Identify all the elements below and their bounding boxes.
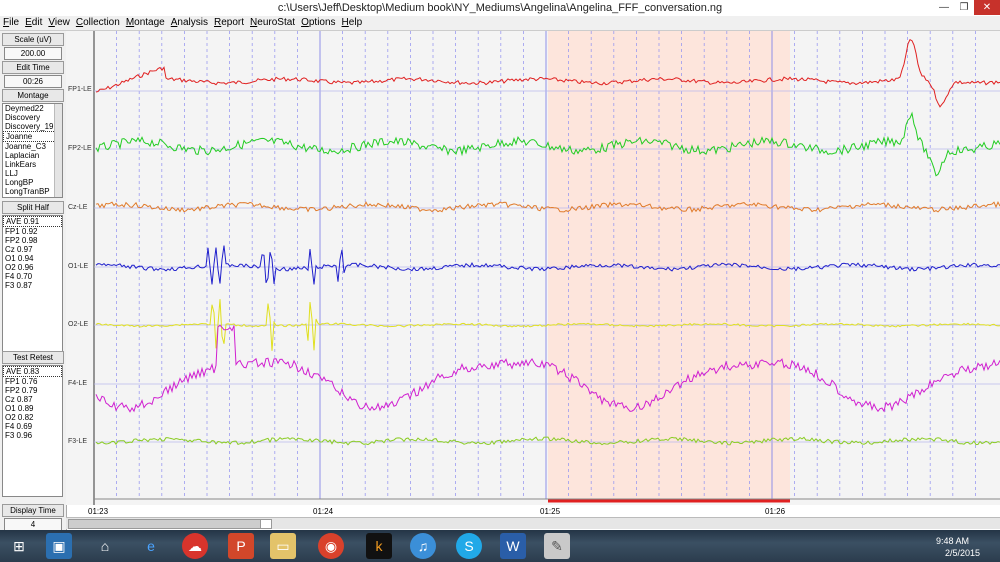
scrollbar-handle[interactable] [260, 519, 272, 529]
folder-icon[interactable]: ▭ [270, 533, 296, 559]
split-half-list: AVE 0.91 FP1 0.92 FP2 0.98 Cz 0.97 O1 0.… [2, 215, 63, 353]
menu-analysis[interactable]: Analysis [168, 16, 211, 30]
internet-explorer-icon[interactable]: e [138, 533, 164, 559]
horizontal-scrollbar[interactable] [66, 517, 1000, 529]
list-item: FP2 0.98 [5, 236, 38, 245]
clock-date[interactable]: 2/5/2015 [945, 548, 980, 558]
menu-bar: File Edit View Collection Montage Analysis Rep… [0, 16, 1000, 31]
window-title: c:\Users\Jeff\Desktop\Medium book\NY_Med… [277, 2, 723, 14]
list-item: O1 0.89 [5, 404, 34, 413]
list-item: F3 0.96 [5, 431, 33, 440]
list-item: AVE 0.83 [3, 366, 62, 377]
display-time-label[interactable]: Display Time [2, 504, 64, 517]
scale-input[interactable]: 200.00 [4, 47, 62, 60]
channel-label-o1: O1-LE [68, 263, 89, 270]
home-icon[interactable]: ⌂ [92, 533, 118, 559]
taskbar: ⊞ ▣ ⌂ e ☁ P ▭ ◉ k ♫ S W ✎ 9:48 AM 2/5/20… [0, 530, 1000, 562]
itunes-icon[interactable]: ♫ [410, 533, 436, 559]
list-item: FP1 0.92 [5, 227, 38, 236]
time-label: 01:25 [540, 507, 561, 516]
menu-neurostat[interactable]: NeuroStat [247, 16, 298, 30]
list-item: FP2 0.79 [5, 386, 38, 395]
menu-view[interactable]: View [45, 16, 73, 30]
montage-list[interactable]: Deymed22 Discovery Discovery_19 Joanne J… [2, 103, 63, 198]
montage-scrollbar[interactable] [54, 104, 62, 197]
eeg-graph[interactable]: FP1-LE FP2-LE Cz-LE O1-LE O2-LE F4-LE F3… [66, 31, 1000, 516]
windows-start-icon[interactable]: ⊞ [6, 533, 32, 559]
list-item: Cz 0.87 [5, 395, 33, 404]
file-explorer-app-icon[interactable]: ▣ [46, 533, 72, 559]
channel-label-fp2: FP2-LE [68, 145, 92, 152]
split-half-label[interactable]: Split Half [2, 201, 64, 214]
list-item: O2 0.82 [5, 413, 34, 422]
title-bar: c:\Users\Jeff\Desktop\Medium book\NY_Med… [0, 0, 1000, 17]
neuroguide-icon[interactable]: ✎ [544, 533, 570, 559]
list-item: O1 0.94 [5, 254, 34, 263]
menu-montage[interactable]: Montage [123, 16, 168, 30]
time-label: 01:24 [313, 507, 334, 516]
list-item: FP1 0.76 [5, 377, 38, 386]
channel-label-o2: O2-LE [68, 321, 89, 328]
menu-report[interactable]: Report [211, 16, 247, 30]
channel-label-f4: F4-LE [68, 380, 88, 387]
selection-region [548, 31, 790, 499]
cloud-app-icon[interactable]: ☁ [182, 533, 208, 559]
kindle-icon[interactable]: k [366, 533, 392, 559]
test-retest-list: AVE 0.83 FP1 0.76 FP2 0.79 Cz 0.87 O1 0.… [2, 365, 63, 497]
edit-time-label[interactable]: Edit Time [2, 61, 64, 74]
menu-file[interactable]: File [0, 16, 22, 30]
list-item: F4 0.69 [5, 422, 33, 431]
scale-label[interactable]: Scale (uV) [2, 33, 64, 46]
menu-edit[interactable]: Edit [22, 16, 45, 30]
list-item: F3 0.87 [5, 281, 33, 290]
left-panel: Scale (uV) 200.00 Edit Time 00:26 Montag… [0, 31, 67, 531]
channel-label-cz: Cz-LE [68, 204, 88, 211]
eeg-traces[interactable] [66, 31, 1000, 505]
skype-icon[interactable]: S [456, 533, 482, 559]
minimize-button[interactable]: — [934, 0, 954, 15]
chrome-icon[interactable]: ◉ [318, 533, 344, 559]
powerpoint-icon[interactable]: P [228, 533, 254, 559]
channel-label-fp1: FP1-LE [68, 86, 92, 93]
maximize-button[interactable]: ❐ [954, 0, 974, 15]
menu-collection[interactable]: Collection [73, 16, 123, 30]
time-label: 01:26 [765, 507, 786, 516]
channel-label-f3: F3-LE [68, 438, 88, 445]
word-icon[interactable]: W [500, 533, 526, 559]
list-item: AVE 0.91 [3, 216, 62, 227]
edit-time-input[interactable]: 00:26 [4, 75, 62, 88]
close-button[interactable]: ✕ [974, 0, 1000, 15]
graph-background [66, 31, 1000, 505]
list-item: O2 0.96 [5, 263, 34, 272]
menu-help[interactable]: Help [339, 16, 366, 30]
clock-time[interactable]: 9:48 AM [936, 536, 969, 546]
list-item: Cz 0.97 [5, 245, 33, 254]
scrollbar-thumb[interactable] [68, 519, 272, 529]
menu-options[interactable]: Options [298, 16, 338, 30]
test-retest-label[interactable]: Test Retest [2, 351, 64, 364]
time-label: 01:23 [88, 507, 109, 516]
montage-label[interactable]: Montage [2, 89, 64, 102]
list-item: F4 0.70 [5, 272, 33, 281]
